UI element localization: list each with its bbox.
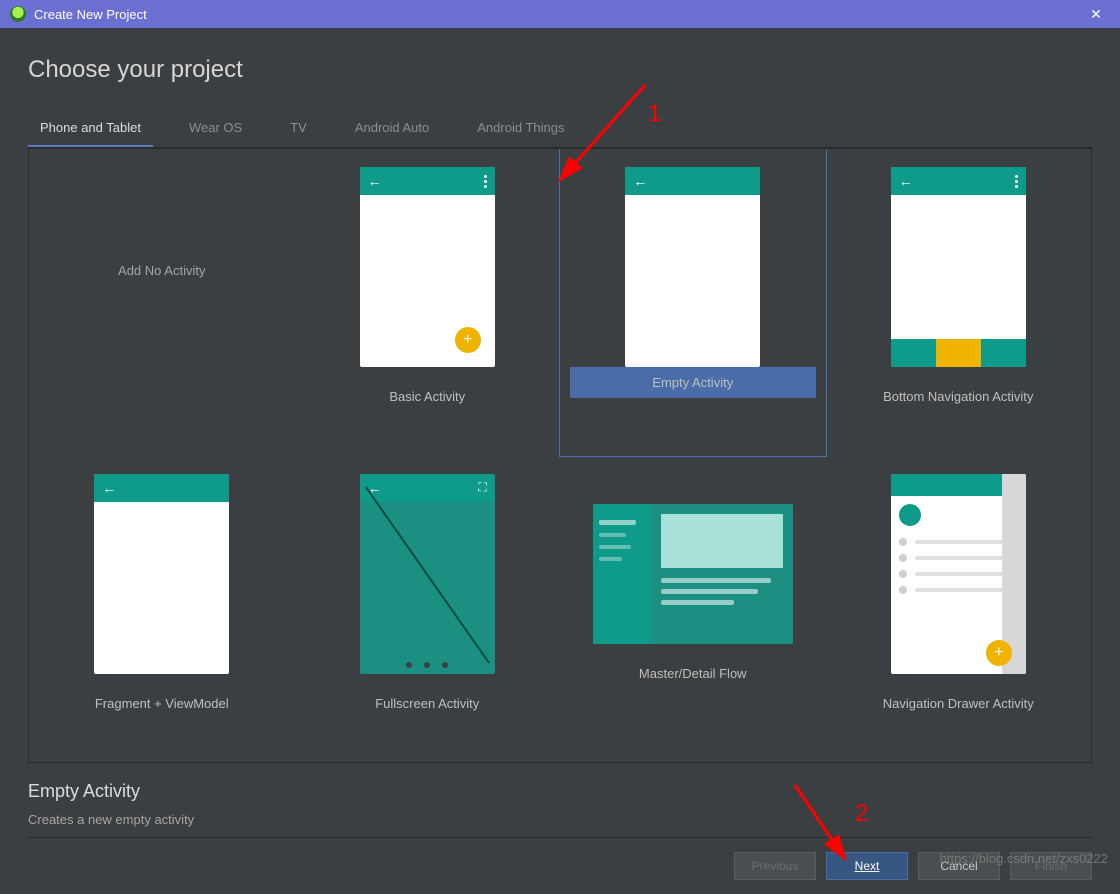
window-title: Create New Project [34, 7, 1082, 22]
template-label: Bottom Navigation Activity [883, 389, 1033, 404]
back-arrow-icon: ← [368, 173, 382, 189]
fab-plus-icon: + [455, 327, 481, 353]
template-label: Master/Detail Flow [639, 666, 747, 681]
footer-buttons: Previous Next Cancel Finish [28, 837, 1092, 894]
tab-android-auto[interactable]: Android Auto [343, 112, 441, 147]
template-label: Empty Activity [652, 375, 733, 390]
template-label: Basic Activity [389, 389, 465, 404]
template-basic-activity[interactable]: ← + Basic Activity [295, 149, 561, 456]
template-preview: + [891, 474, 1026, 674]
tabs: Phone and Tablet Wear OS TV Android Auto… [28, 112, 1092, 148]
back-arrow-icon: ← [899, 173, 913, 189]
annotation-label-2: 2 [855, 800, 868, 828]
template-preview: ← + [360, 167, 495, 367]
nav-dots-icon [360, 662, 495, 668]
close-icon[interactable]: ✕ [1082, 0, 1110, 28]
back-arrow-icon: ← [633, 173, 647, 189]
watermark: https://blog.csdn.net/zxs0222 [940, 851, 1108, 866]
back-arrow-icon: ← [102, 480, 116, 496]
template-label: Navigation Drawer Activity [883, 696, 1034, 711]
tab-phone-tablet[interactable]: Phone and Tablet [28, 112, 153, 147]
template-bottom-navigation-activity[interactable]: ← Bottom Navigation Activity [826, 149, 1092, 456]
template-empty-activity[interactable]: ← Empty Activity [560, 149, 826, 456]
selected-template-description: Creates a new empty activity [28, 812, 1092, 827]
avatar-icon [899, 504, 921, 526]
fab-plus-icon: + [986, 640, 1012, 666]
template-preview [593, 504, 793, 644]
page-title: Choose your project [28, 56, 1092, 84]
template-navigation-drawer-activity[interactable]: + Navigation Drawer Activity [826, 456, 1092, 763]
selected-template-title: Empty Activity [28, 781, 1092, 802]
template-preview: ← ⛶ [360, 474, 495, 674]
tab-wear-os[interactable]: Wear OS [177, 112, 254, 147]
template-master-detail-flow[interactable]: Master/Detail Flow [560, 456, 826, 763]
template-fullscreen-activity[interactable]: ← ⛶ Fullscreen Activity [295, 456, 561, 763]
template-preview: Add No Activity [94, 167, 229, 367]
tab-tv[interactable]: TV [278, 112, 319, 147]
template-label: Fragment + ViewModel [95, 696, 229, 711]
titlebar: Create New Project ✕ [0, 0, 1120, 28]
bottom-nav-icon [891, 339, 1026, 367]
template-preview: ← [94, 474, 229, 674]
fullscreen-icon: ⛶ [478, 480, 486, 495]
template-label: Fullscreen Activity [375, 696, 479, 711]
template-label: Add No Activity [94, 263, 229, 278]
tab-android-things[interactable]: Android Things [465, 112, 576, 147]
annotation-label-1: 1 [648, 100, 661, 128]
android-studio-icon [10, 6, 26, 22]
template-gallery: Add No Activity ← + Basic Activity [28, 148, 1092, 763]
next-button-label: Next [855, 859, 880, 873]
template-preview: ← [891, 167, 1026, 367]
selection-summary: Empty Activity Creates a new empty activ… [28, 763, 1092, 837]
overflow-menu-icon [484, 175, 487, 188]
previous-button[interactable]: Previous [734, 852, 816, 880]
template-fragment-viewmodel[interactable]: ← Fragment + ViewModel [29, 456, 295, 763]
next-button[interactable]: Next [826, 852, 908, 880]
overflow-menu-icon [1015, 175, 1018, 188]
template-add-no-activity[interactable]: Add No Activity [29, 149, 295, 456]
template-preview: ← [625, 167, 760, 367]
